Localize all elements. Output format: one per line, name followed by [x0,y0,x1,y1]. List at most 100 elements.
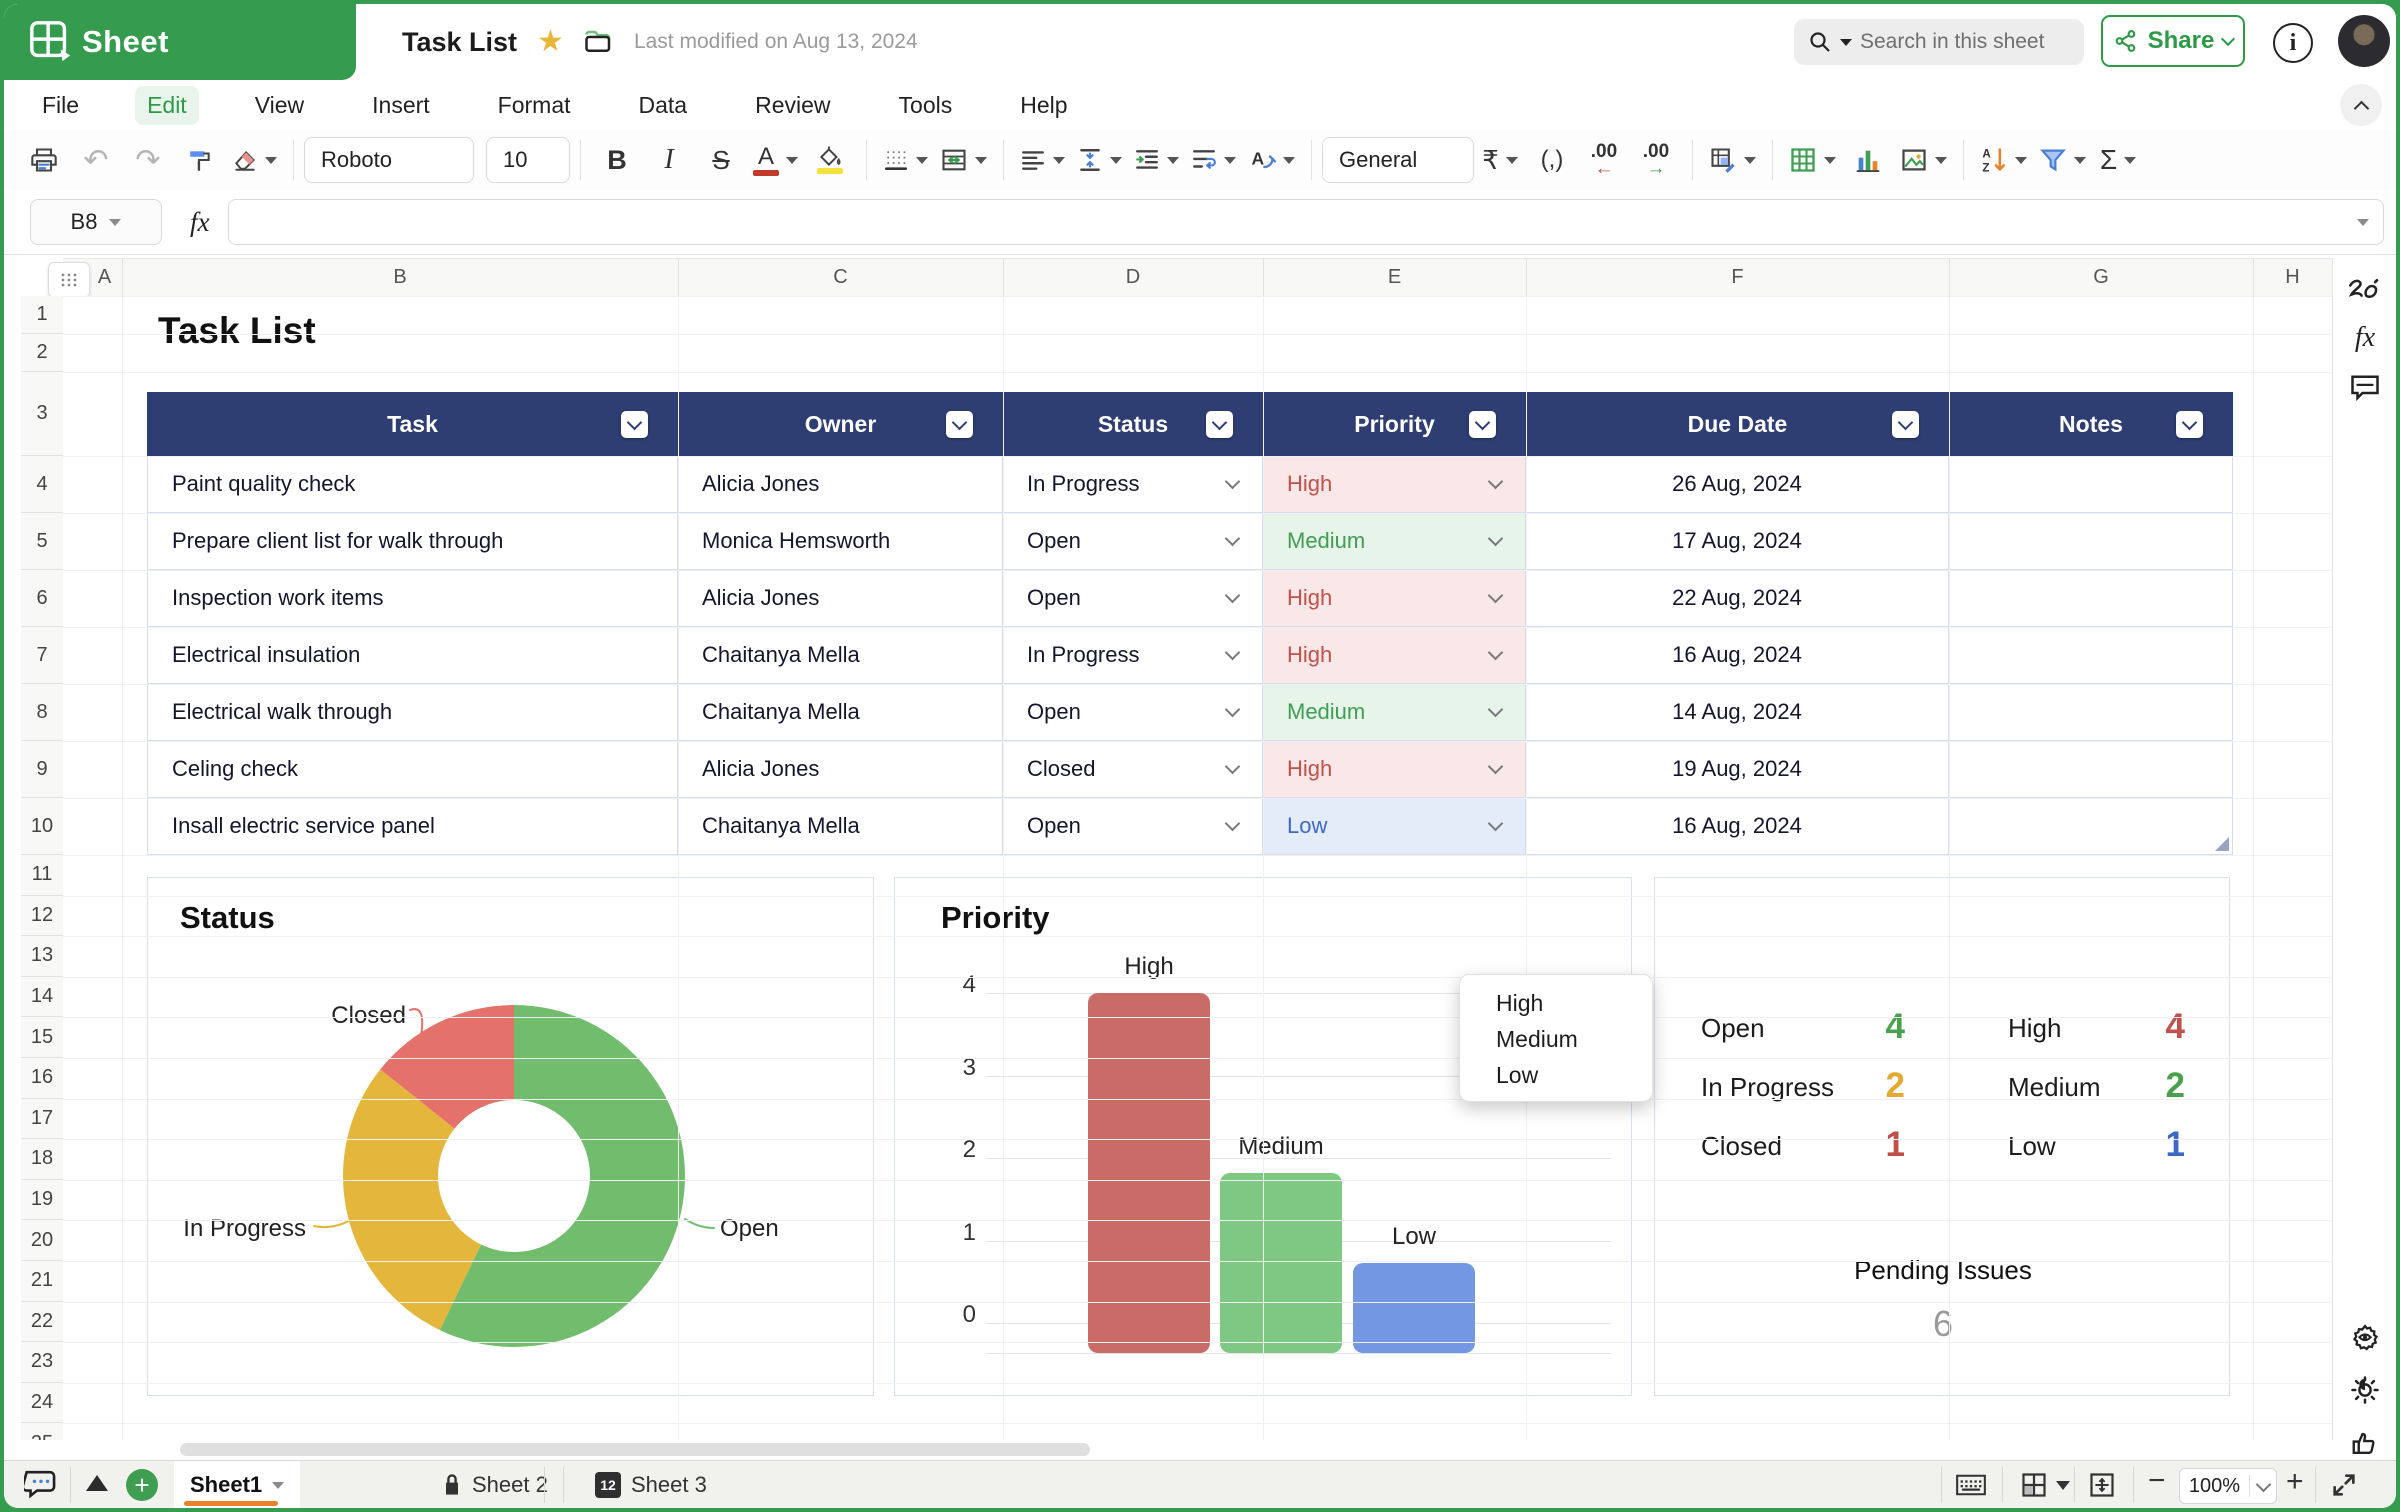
fullscreen-button[interactable] [2330,1471,2358,1499]
cell-due-date[interactable]: 19 Aug, 2024 [1526,741,1949,798]
document-title[interactable]: Task List [402,27,517,58]
theme-toggle-button[interactable] [2347,1372,2383,1408]
table-header-status[interactable]: Status [1003,392,1263,456]
keyboard-shortcuts-button[interactable] [1956,1473,1986,1497]
add-sheet-button[interactable]: + [126,1469,158,1501]
select-all-corner-button[interactable] [48,262,90,298]
row-header-9[interactable]: 9 [21,741,63,798]
priority-dropdown-icon[interactable] [1488,474,1504,490]
cell-owner[interactable]: Alicia Jones [678,741,1003,798]
row-header-14[interactable]: 14 [21,977,63,1018]
cell-status[interactable]: In Progress [1003,456,1263,513]
cell-notes[interactable] [1949,627,2233,684]
fit-to-view-button[interactable] [2088,1471,2116,1499]
priority-dropdown-icon[interactable] [1488,816,1504,832]
row-header-1[interactable]: 1 [21,296,63,334]
status-dropdown-icon[interactable] [1225,645,1241,661]
italic-button[interactable]: I [643,138,695,182]
comments-toggle-button[interactable] [24,1469,58,1499]
row-header-23[interactable]: 23 [21,1342,63,1383]
column-header-C[interactable]: C [678,259,1004,296]
menu-insert[interactable]: Insert [360,86,442,125]
status-dropdown-icon[interactable] [1225,816,1241,832]
column-header-G[interactable]: G [1949,259,2254,296]
format-painter-button[interactable] [174,138,226,182]
cell-task[interactable]: Celing check [147,741,678,798]
cell-status[interactable]: Open [1003,684,1263,741]
folder-icon[interactable] [584,29,614,55]
info-button[interactable]: i [2273,23,2313,63]
row-header-12[interactable]: 12 [21,896,63,937]
priority-dropdown-icon[interactable] [1488,588,1504,604]
column-headers[interactable]: ABCDEFGH [63,258,2332,298]
cell-priority[interactable]: Low [1263,798,1526,855]
priority-dropdown-icon[interactable] [1488,645,1504,661]
sheet-tab-caret-icon[interactable] [272,1482,284,1489]
cell-owner[interactable]: Alicia Jones [678,456,1003,513]
menu-edit[interactable]: Edit [135,86,199,125]
zoom-out-button[interactable]: − [2148,1464,2166,1498]
decrease-decimal-button[interactable]: .00← [1578,138,1630,182]
cell-priority[interactable]: High [1263,570,1526,627]
row-header-5[interactable]: 5 [21,513,63,570]
filter-dropdown-button[interactable] [946,411,973,438]
number-format-select[interactable]: General [1322,137,1474,183]
cell-notes[interactable] [1949,513,2233,570]
row-header-2[interactable]: 2 [21,334,63,372]
functions-button[interactable]: Σ [2092,138,2144,182]
cell-status[interactable]: In Progress [1003,627,1263,684]
column-header-A[interactable]: A [87,259,123,296]
cell-owner[interactable]: Chaitanya Mella [678,627,1003,684]
font-size-select[interactable]: 10 [486,137,570,183]
row-header-7[interactable]: 7 [21,627,63,684]
eraser-button[interactable] [226,138,283,182]
cell-priority[interactable]: High [1263,456,1526,513]
cell-notes[interactable] [1949,456,2233,513]
functions-panel-button[interactable]: fx [2347,320,2383,356]
cell-owner[interactable]: Chaitanya Mella [678,684,1003,741]
text-wrap-button[interactable] [1185,138,1242,182]
table-header-task[interactable]: Task [147,392,678,456]
undo-button[interactable]: ↶ [70,138,122,182]
print-button[interactable] [18,138,70,182]
status-dropdown-icon[interactable] [1225,702,1241,718]
view-settings-button[interactable] [2347,1318,2383,1354]
text-color-button[interactable]: A [747,138,804,182]
zoom-in-button[interactable]: + [2286,1465,2304,1499]
cell-task[interactable]: Inspection work items [147,570,678,627]
row-header-18[interactable]: 18 [21,1139,63,1180]
indent-button[interactable] [1128,138,1185,182]
column-header-B[interactable]: B [122,259,679,296]
horizontal-scrollbar[interactable] [180,1443,1090,1456]
font-family-select[interactable]: Roboto [304,137,474,183]
priority-dropdown-icon[interactable] [1488,759,1504,775]
text-rotate-button[interactable]: A [1242,138,1301,182]
row-header-25[interactable]: 25 [21,1423,63,1440]
filter-dropdown-button[interactable] [1469,411,1496,438]
row-header-16[interactable]: 16 [21,1058,63,1099]
cell-status[interactable]: Open [1003,570,1263,627]
filter-dropdown-button[interactable] [621,411,648,438]
cell-status[interactable]: Closed [1003,741,1263,798]
row-header-3[interactable]: 3 [21,372,63,456]
menu-view[interactable]: View [243,86,316,125]
search-scope-caret-icon[interactable] [1840,39,1852,46]
table-resize-handle[interactable] [2215,837,2229,851]
cell-owner[interactable]: Alicia Jones [678,570,1003,627]
menu-file[interactable]: File [30,86,91,125]
row-header-19[interactable]: 19 [21,1180,63,1221]
cell-notes[interactable] [1949,798,2233,855]
cell-notes[interactable] [1949,684,2233,741]
favorite-star-icon[interactable]: ★ [537,27,564,57]
cell-name-box[interactable]: B8 [30,199,162,245]
formula-input[interactable] [228,199,2385,245]
menu-help[interactable]: Help [1008,86,1079,125]
cell-due-date[interactable]: 22 Aug, 2024 [1526,570,1949,627]
row-header-10[interactable]: 10 [21,798,63,855]
merge-cells-button[interactable] [934,138,993,182]
menu-format[interactable]: Format [486,86,583,125]
horizontal-align-button[interactable] [1014,138,1071,182]
filter-dropdown-button[interactable] [1206,411,1233,438]
view-layout-button[interactable] [2020,1471,2070,1499]
row-headers[interactable]: 1234567891011121314151617181920212223242… [21,296,64,1440]
